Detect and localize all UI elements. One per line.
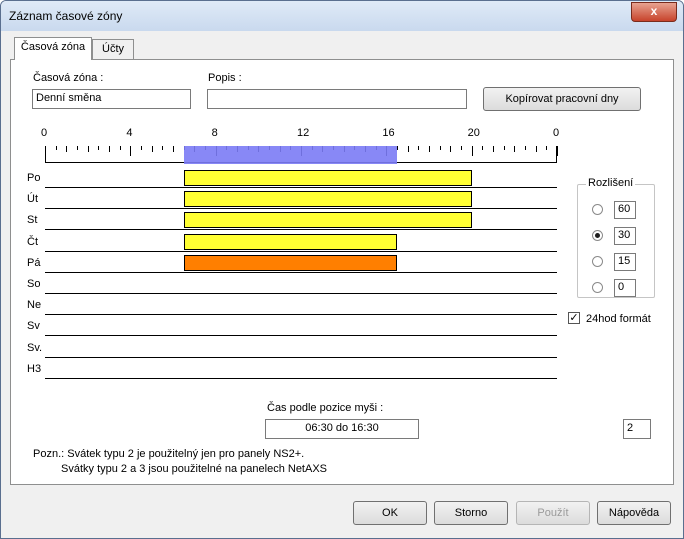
title-bar[interactable]: Záznam časové zóny x xyxy=(1,1,683,31)
day-bar[interactable] xyxy=(183,212,472,229)
tick-label: 16 xyxy=(382,127,395,139)
timeline-tick xyxy=(130,146,132,156)
day-row-line[interactable] xyxy=(45,314,557,316)
day-bar[interactable] xyxy=(183,191,472,208)
day-label: Po xyxy=(27,172,41,184)
timeline-tick xyxy=(493,146,494,152)
timeline-tick xyxy=(450,146,452,152)
day-row-line[interactable] xyxy=(45,187,557,188)
timeline-tick xyxy=(535,146,537,152)
day-label: Čt xyxy=(27,235,38,248)
timeline-tick xyxy=(407,146,409,152)
day-row-line[interactable] xyxy=(45,377,557,379)
day-row-line[interactable] xyxy=(45,356,557,358)
timeline-tick xyxy=(45,146,46,156)
tick-label: 12 xyxy=(297,127,310,139)
day-row-line[interactable] xyxy=(45,229,557,231)
zone-name-label: Časová zóna : xyxy=(33,72,104,84)
resolution-radio[interactable] xyxy=(592,282,603,293)
tick-label: 4 xyxy=(126,127,133,139)
timeline-tick xyxy=(87,146,89,152)
close-button[interactable]: x xyxy=(631,2,677,22)
help-button[interactable]: Nápověda xyxy=(597,501,671,525)
timeline-tick xyxy=(77,146,78,150)
format24-checkbox[interactable]: ✓ xyxy=(568,312,580,324)
timeline-tick xyxy=(471,146,473,156)
tick-label: 20 xyxy=(467,127,480,139)
note-line-2: Svátky typu 2 a 3 jsou použitelné na pan… xyxy=(61,463,328,475)
day-label: Pá xyxy=(27,256,41,269)
day-row-line[interactable] xyxy=(45,335,557,337)
tab-accounts[interactable]: Účty xyxy=(92,39,134,60)
day-row-line[interactable] xyxy=(45,293,557,294)
mouse-time-label: Čas podle pozice myši : xyxy=(267,402,384,414)
day-label: Út xyxy=(27,193,38,206)
selected-time-range[interactable] xyxy=(183,146,397,164)
time-zone-panel: Časová zóna : Denní směna Popis : Kopíro… xyxy=(10,59,674,485)
timeline-tick xyxy=(439,146,441,150)
timeline-tick xyxy=(98,146,100,150)
day-label: Ne xyxy=(27,299,42,312)
window-title: Záznam časové zóny xyxy=(9,9,123,23)
description-input[interactable] xyxy=(207,89,467,109)
day-row-line[interactable] xyxy=(45,250,557,252)
timeline-tick xyxy=(141,146,142,150)
tab-time-zone[interactable]: Časová zóna xyxy=(14,37,92,60)
day-bar[interactable] xyxy=(183,254,397,271)
resolution-value: 0 xyxy=(614,279,636,297)
timeline-tick xyxy=(418,146,420,150)
tick-label: 0 xyxy=(41,127,48,139)
tick-label: 8 xyxy=(211,127,218,139)
resolution-value: 30 xyxy=(614,227,636,245)
format24-label: 24hod formát xyxy=(586,313,651,325)
apply-button[interactable]: Použít xyxy=(516,501,590,525)
timeline-tick xyxy=(429,146,430,152)
cancel-button[interactable]: Storno xyxy=(434,501,508,525)
timeline-tick xyxy=(119,146,121,150)
copy-workdays-button[interactable]: Kopírovat pracovní dny xyxy=(483,87,641,111)
timeline-tick xyxy=(109,146,110,152)
timeline-tick xyxy=(482,146,484,150)
timeline-tick xyxy=(66,146,68,152)
close-icon: x xyxy=(650,4,658,18)
counter-field: 2 xyxy=(623,419,651,439)
resolution-radio[interactable] xyxy=(592,204,603,215)
timeline-tick xyxy=(162,146,164,150)
resolution-value: 60 xyxy=(614,201,636,219)
timeline-tick xyxy=(514,146,516,152)
day-row-line[interactable] xyxy=(45,208,557,210)
resolution-radio[interactable] xyxy=(592,256,603,267)
timeline-tick xyxy=(557,146,558,156)
timeline-tick xyxy=(173,146,174,152)
day-bar[interactable] xyxy=(183,233,397,250)
description-label: Popis : xyxy=(208,72,242,84)
timeline-tick xyxy=(55,146,57,150)
note-line-1: Pozn.: Svátek typu 2 je použitelný jen p… xyxy=(33,448,305,460)
ok-button[interactable]: OK xyxy=(353,501,427,525)
timeline-tick xyxy=(461,146,462,150)
resolution-group: Rozlišení 60 30 15 0 xyxy=(577,177,655,298)
day-label: H3 xyxy=(27,362,42,375)
day-label: St xyxy=(27,214,38,227)
timeline-tick xyxy=(397,146,398,150)
timeline-tick xyxy=(503,146,505,150)
dialog-window: Záznam časové zóny x Časová zóna Účty Ča… xyxy=(0,0,684,539)
day-label: So xyxy=(27,278,41,290)
mouse-time-field: 06:30 do 16:30 xyxy=(265,419,419,439)
day-label: Sv xyxy=(27,320,40,333)
resolution-value: 15 xyxy=(614,253,636,271)
resolution-radio[interactable] xyxy=(592,230,603,241)
resolution-label: Rozlišení xyxy=(586,177,636,189)
timeline-tick xyxy=(151,146,153,152)
day-bar[interactable] xyxy=(183,170,472,186)
tick-label: 0 xyxy=(553,127,560,139)
timeline-tick xyxy=(546,146,548,150)
timeline-tick xyxy=(525,146,526,150)
day-label: Sv. xyxy=(27,341,43,354)
zone-name-input[interactable]: Denní směna xyxy=(32,89,191,109)
day-row-line[interactable] xyxy=(45,271,557,273)
